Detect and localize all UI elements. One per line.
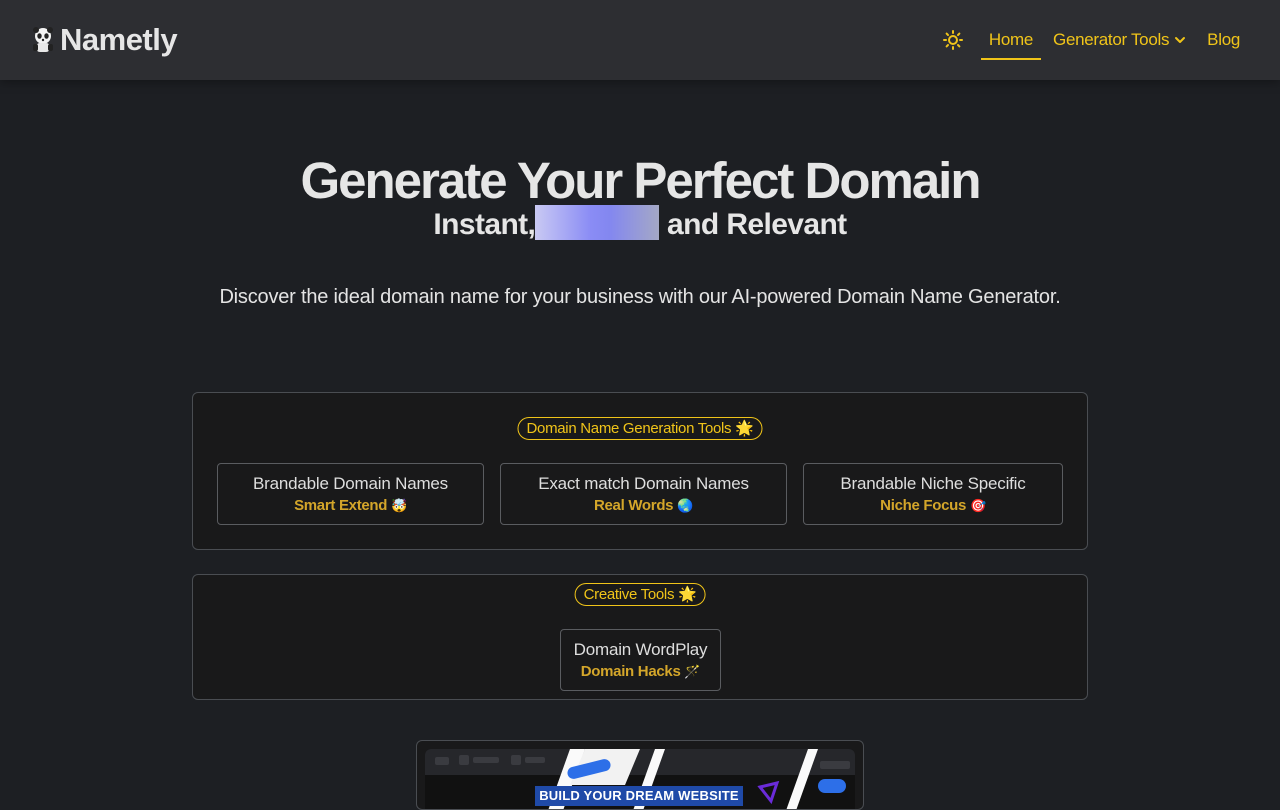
hero-title: Generate Your Perfect Domain [300, 152, 981, 209]
site-logo[interactable]: Nametly [30, 20, 178, 60]
nav-blog-link[interactable]: Blog [1207, 30, 1240, 50]
main-nav: Home Generator Tools Blog [942, 20, 1240, 60]
tool-card-subtitle: Domain Hacks 🪄 [580, 663, 701, 680]
magic-wand-emoji-icon: 🪄 [684, 665, 701, 680]
tool-card-title: Brandable Domain Names [253, 474, 448, 493]
tool-card-domain-wordplay[interactable]: Domain WordPlay Domain Hacks 🪄 [560, 629, 721, 691]
mind-blown-emoji-icon: 🤯 [391, 499, 407, 514]
tool-card-title: Brandable Niche Specific [840, 474, 1026, 493]
logo-text: Nametly [60, 22, 178, 57]
tool-card-exact-match-domain-names[interactable]: Exact match Domain Names Real Words 🌏 [500, 463, 787, 525]
generation-tools-panel: Domain Name Generation Tools 🌟 Brandable… [192, 392, 1088, 550]
sun-icon[interactable] [942, 30, 963, 50]
tool-card-title: Exact match Domain Names [538, 474, 749, 493]
tool-card-subtitle: Real Words 🌏 [593, 497, 693, 514]
creative-tools-panel: Creative Tools 🌟 Domain WordPlay Domain … [192, 574, 1088, 700]
tool-card-brandable-domain-names[interactable]: Brandable Domain Names Smart Extend 🤯 [217, 463, 484, 525]
tool-card-subtitle: Niche Focus 🎯 [880, 497, 986, 514]
hero-subtitle: Instant, and Relevant [0, 205, 1280, 245]
typing-highlight [535, 205, 660, 240]
generation-tools-label: Domain Name Generation Tools 🌟 [517, 417, 763, 440]
promo-image: BUILD YOUR DREAM WEBSITE [425, 749, 855, 809]
site-header: Nametly Home Generator Tools Blog [0, 0, 1280, 80]
chevron-down-icon [1175, 37, 1186, 43]
promo-banner-text: BUILD YOUR DREAM WEBSITE [535, 786, 743, 806]
creative-tools-label: Creative Tools 🌟 [574, 583, 706, 606]
globe-emoji-icon: 🌏 [677, 499, 693, 514]
nav-generator-tools-label: Generator Tools [1053, 30, 1170, 49]
hero-subtitle-prefix: Instant, [433, 208, 536, 241]
target-emoji-icon: 🎯 [969, 499, 986, 514]
tool-card-subtitle: Smart Extend 🤯 [294, 497, 407, 514]
nav-generator-tools-dropdown[interactable]: Generator Tools [1053, 30, 1187, 50]
hero-description: Discover the ideal domain name for your … [219, 286, 1061, 308]
tool-card-title: Domain WordPlay [573, 640, 708, 659]
nav-home-link[interactable]: Home [980, 30, 1042, 60]
hero-subtitle-suffix: and Relevant [667, 208, 847, 241]
panda-icon [33, 27, 53, 52]
tool-card-brandable-niche-specific[interactable]: Brandable Niche Specific Niche Focus 🎯 [803, 463, 1063, 525]
